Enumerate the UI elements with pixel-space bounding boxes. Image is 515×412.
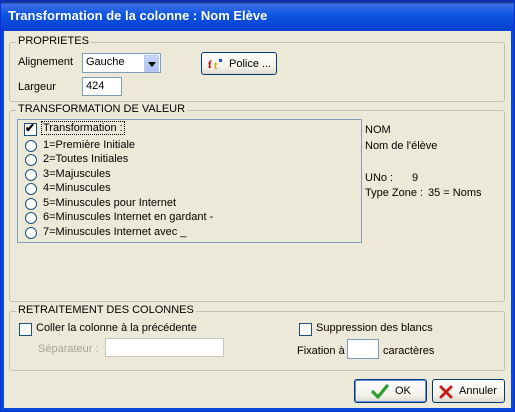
type-zone-label: Type Zone : — [365, 187, 424, 199]
radio-option-1[interactable] — [25, 140, 37, 152]
retraitement-group: RETRAITEMENT DES COLONNES — [9, 304, 505, 371]
radio-option-2[interactable] — [25, 154, 37, 166]
separateur-input[interactable] — [105, 338, 224, 357]
column-description: Nom de l'élève — [365, 140, 438, 152]
checkmark-icon — [371, 384, 389, 399]
option-1-label[interactable]: 1=Première Initiale — [43, 139, 135, 151]
svg-text:f: f — [208, 59, 212, 71]
proprietes-legend: PROPRIETES — [16, 35, 91, 47]
suppression-label[interactable]: Suppression des blancs — [316, 322, 433, 334]
radio-option-4[interactable] — [25, 183, 37, 195]
largeur-label: Largeur — [18, 81, 56, 93]
police-button[interactable]: f t Police ... — [201, 52, 277, 75]
uno-label: UNo : — [365, 172, 394, 184]
radio-option-7[interactable] — [25, 227, 37, 239]
option-7-label[interactable]: 7=Minuscules Internet avec _ — [43, 226, 186, 238]
transformation-checkbox[interactable] — [24, 121, 37, 136]
alignement-value: Gauche — [86, 56, 125, 68]
dialog-window: Transformation de la colonne : Nom Elève… — [0, 0, 515, 412]
alignement-select[interactable]: Gauche — [82, 53, 161, 73]
separateur-label: Séparateur : — [38, 343, 99, 355]
cancel-button-label: Annuler — [459, 385, 497, 397]
type-zone-value: 35 = Noms — [428, 187, 482, 199]
radio-option-5[interactable] — [25, 198, 37, 210]
ok-button-label: OK — [395, 385, 411, 397]
window-title: Transformation de la colonne : Nom Elève — [8, 8, 268, 23]
svg-text:t: t — [214, 61, 218, 71]
option-5-label[interactable]: 5=Minuscules pour Internet — [43, 197, 176, 209]
column-name: NOM — [365, 124, 391, 136]
largeur-input[interactable]: 424 — [82, 77, 122, 96]
option-3-label[interactable]: 3=Majuscules — [43, 168, 111, 180]
alignement-label: Alignement — [18, 56, 74, 68]
uno-value: 9 — [412, 172, 419, 184]
largeur-value: 424 — [86, 80, 105, 92]
option-4-label[interactable]: 4=Minuscules — [43, 182, 111, 194]
police-button-label: Police ... — [229, 58, 272, 70]
font-icon: f t — [208, 59, 222, 71]
transformation-options-box — [17, 119, 362, 243]
ok-button[interactable]: OK — [354, 379, 427, 403]
caracteres-label: caractères — [383, 345, 435, 357]
close-icon — [439, 385, 453, 399]
option-6-label[interactable]: 6=Minuscules Internet en gardant - — [43, 211, 213, 223]
coller-label[interactable]: Coller la colonne à la précédente — [36, 322, 197, 334]
cancel-button[interactable]: Annuler — [432, 379, 505, 403]
title-bar[interactable]: Transformation de la colonne : Nom Elève — [1, 1, 514, 31]
radio-option-3[interactable] — [25, 169, 37, 181]
chevron-down-icon[interactable] — [144, 55, 159, 72]
transformation-checkbox-label[interactable]: Transformation : — [41, 121, 125, 135]
radio-option-6[interactable] — [25, 212, 37, 224]
transformation-legend: TRANSFORMATION DE VALEUR — [16, 103, 188, 115]
fixation-label: Fixation à — [297, 345, 345, 357]
coller-checkbox[interactable] — [19, 323, 32, 336]
retraitement-legend: RETRAITEMENT DES COLONNES — [16, 304, 196, 316]
fixation-input[interactable] — [347, 339, 379, 359]
option-2-label[interactable]: 2=Toutes Initiales — [43, 153, 128, 165]
suppression-checkbox[interactable] — [299, 323, 312, 336]
